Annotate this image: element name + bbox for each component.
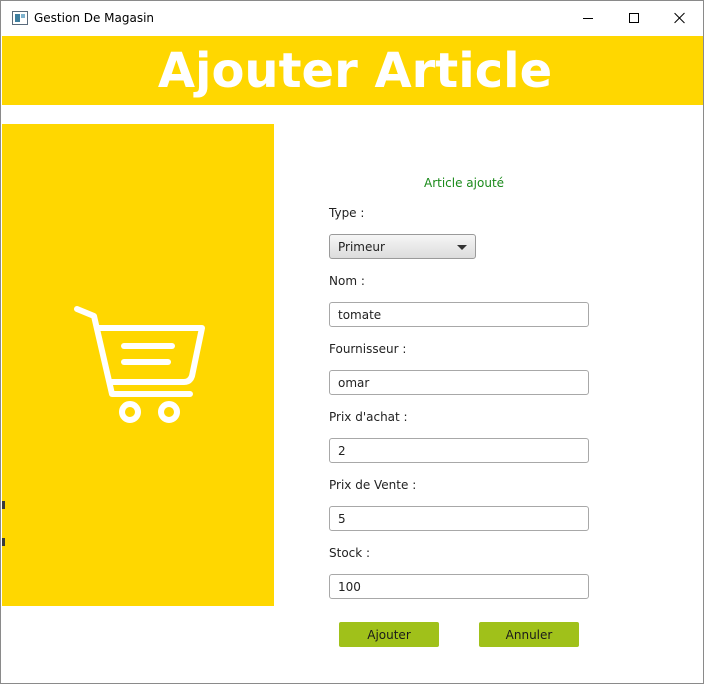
header-banner: Ajouter Article <box>2 36 703 105</box>
stock-label: Stock : <box>329 546 371 560</box>
prix-vente-field[interactable] <box>329 506 589 531</box>
status-message: Article ajouté <box>424 176 505 190</box>
app-window-icon <box>12 11 28 25</box>
page-title: Ajouter Article <box>157 42 553 99</box>
minimize-button[interactable] <box>565 1 611 35</box>
shopping-cart-icon <box>74 306 205 423</box>
window-title: Gestion De Magasin <box>34 11 155 25</box>
side-panel <box>2 124 274 606</box>
nom-field[interactable] <box>329 302 589 327</box>
fournisseur-field[interactable] <box>329 370 589 395</box>
title-bar[interactable]: Gestion De Magasin <box>1 1 703 35</box>
chevron-down-icon <box>457 245 467 250</box>
add-button[interactable]: Ajouter <box>339 622 439 647</box>
stock-field[interactable] <box>329 574 589 599</box>
nom-label: Nom : <box>329 274 365 288</box>
maximize-button[interactable] <box>611 1 657 35</box>
cancel-button[interactable]: Annuler <box>479 622 579 647</box>
close-button[interactable] <box>657 1 703 35</box>
maximize-icon <box>629 13 639 23</box>
prix-achat-field[interactable] <box>329 438 589 463</box>
app-window: Gestion De Magasin Ajouter Article Artic… <box>0 0 704 684</box>
close-icon <box>674 12 686 24</box>
prix-achat-label: Prix d'achat : <box>329 410 408 424</box>
type-label: Type : <box>329 206 365 220</box>
fournisseur-label: Fournisseur : <box>329 342 407 356</box>
type-select-value: Primeur <box>338 240 385 254</box>
prix-vente-label: Prix de Vente : <box>329 478 417 492</box>
type-select[interactable]: Primeur <box>329 234 476 259</box>
minimize-icon <box>583 17 593 19</box>
edge-artifact <box>2 538 5 546</box>
edge-artifact <box>2 501 5 509</box>
